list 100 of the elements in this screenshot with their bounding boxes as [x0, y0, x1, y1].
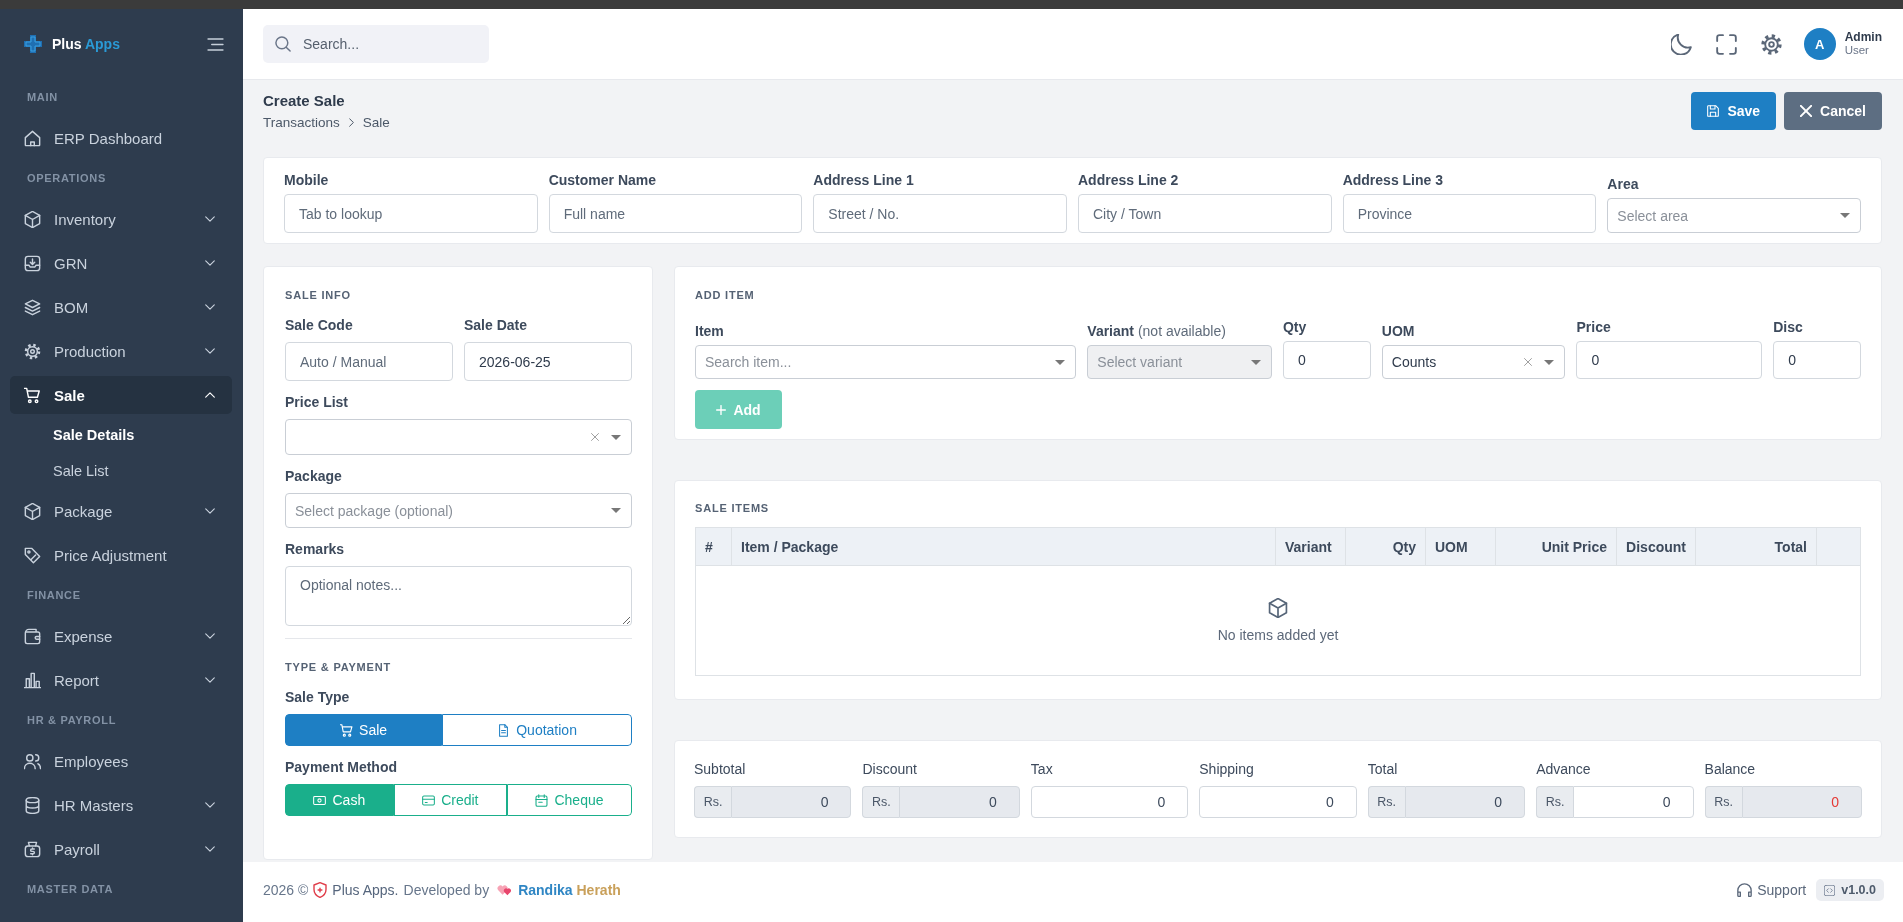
field-label: Total: [1367, 760, 1399, 778]
amount-input[interactable]: 0: [1573, 786, 1694, 818]
nav-subitem[interactable]: Sale Details: [10, 417, 232, 453]
empty-message: No items added yet: [1217, 627, 1339, 643]
column-header: Qty: [1345, 527, 1426, 566]
settings-icon[interactable]: [1760, 33, 1782, 55]
column-header: Discount: [1616, 527, 1696, 566]
clear-icon[interactable]: [1524, 358, 1533, 366]
chevron-down-icon[interactable]: [205, 508, 215, 514]
nav-section-heading: MAIN: [26, 90, 59, 105]
field-label: Sale Type: [285, 688, 351, 706]
breadcrumb-link[interactable]: Transactions: [263, 114, 340, 131]
field-label: Customer Name: [548, 171, 658, 189]
cart-icon: [24, 386, 41, 404]
brand-link[interactable]: Plus Apps.: [332, 882, 399, 898]
field-label: Item: [695, 322, 725, 340]
fullscreen-icon[interactable]: [1715, 33, 1737, 55]
nav-item[interactable]: Production: [10, 332, 232, 370]
support-link[interactable]: Support: [1737, 882, 1807, 898]
nav-section-heading: FINANCE: [26, 588, 82, 603]
nav-item[interactable]: Sale: [10, 376, 232, 414]
field-label: Advance: [1536, 760, 1592, 778]
search-icon: [275, 36, 291, 52]
avatar[interactable]: A: [1803, 28, 1836, 60]
currency-prefix: Rs.: [1704, 786, 1742, 818]
search-field[interactable]: Search...: [263, 25, 489, 63]
field-label: Price List: [285, 393, 350, 411]
field-label: Discount: [862, 760, 918, 778]
chevron-down-icon[interactable]: [205, 260, 215, 266]
chevron-up-icon[interactable]: [205, 392, 215, 398]
menu-icon[interactable]: [207, 37, 224, 51]
address-input[interactable]: Province: [1342, 194, 1597, 233]
nav-item[interactable]: ERP Dashboard: [10, 119, 232, 157]
nav-item[interactable]: Employees: [10, 742, 232, 780]
column-header: Variant: [1275, 527, 1346, 566]
chevron-down-icon[interactable]: [205, 348, 215, 354]
moon-icon[interactable]: [1670, 33, 1692, 55]
nav-item[interactable]: BOM: [10, 288, 232, 326]
mobile-input[interactable]: Tab to lookup: [284, 194, 538, 233]
close-icon: [1800, 105, 1813, 117]
chevron-down-icon[interactable]: [205, 677, 215, 683]
chevron-down-icon[interactable]: [205, 216, 215, 222]
wallet-icon: [24, 627, 41, 645]
sale-code-input[interactable]: Auto / Manual: [285, 342, 453, 381]
nav-item[interactable]: Expense: [10, 617, 232, 655]
field-label: Sale Date: [464, 316, 529, 334]
field-label: Balance: [1704, 760, 1757, 778]
save-button[interactable]: Save: [1691, 92, 1777, 130]
chevron-down-icon[interactable]: [205, 802, 215, 808]
nav-item[interactable]: HR Masters: [10, 786, 232, 824]
caret-icon: [1055, 359, 1066, 365]
chevron-down-icon[interactable]: [205, 304, 215, 310]
amount-input[interactable]: 0: [1741, 786, 1862, 818]
price-input[interactable]: 0: [1576, 341, 1763, 379]
discount-input[interactable]: 0: [1773, 341, 1861, 379]
nav-item[interactable]: Report: [10, 661, 232, 699]
chevron-right-icon: [348, 118, 354, 127]
user-name: Admin: [1844, 31, 1882, 44]
segment-button[interactable]: Quotation: [442, 714, 632, 746]
column-header: Unit Price: [1495, 527, 1617, 566]
sale-date-input[interactable]: 2026-06-25: [464, 342, 632, 381]
chevron-down-icon[interactable]: [205, 846, 215, 852]
address-input[interactable]: City / Town: [1078, 194, 1332, 233]
field-label: Subtotal: [694, 760, 747, 778]
nav-item[interactable]: Inventory: [10, 200, 232, 238]
field-label: Remarks: [285, 540, 346, 558]
clear-icon[interactable]: [591, 433, 599, 441]
brand-name: Plus Apps: [52, 36, 120, 52]
cube-icon: [24, 210, 41, 228]
customer-name-input[interactable]: Full name: [548, 194, 803, 233]
amount-input[interactable]: 0: [1030, 786, 1189, 818]
field-label: Payment Method: [285, 758, 398, 776]
field-label: Address Line 2: [1078, 171, 1180, 189]
field-label: Price: [1576, 318, 1612, 336]
remarks-textarea[interactable]: Optional notes...: [285, 566, 632, 626]
nav-subitem[interactable]: Sale List: [10, 453, 232, 489]
nav-item[interactable]: Price Adjustment: [10, 536, 232, 574]
nav-item[interactable]: Payroll: [10, 830, 232, 868]
field-label: Mobile: [284, 171, 330, 189]
field-label: Disc: [1773, 318, 1804, 336]
nav-item[interactable]: GRN: [10, 244, 232, 282]
chevron-down-icon[interactable]: [205, 633, 215, 639]
column-header: UOM: [1425, 527, 1496, 566]
qty-input[interactable]: 0: [1282, 341, 1371, 379]
author-link[interactable]: Randika Herath: [518, 882, 621, 898]
section-title: SALE INFO: [285, 288, 352, 302]
nav-item[interactable]: Package: [10, 492, 232, 530]
cancel-button[interactable]: Cancel: [1784, 92, 1882, 130]
tag-icon: [24, 546, 41, 564]
uom-select[interactable]: Counts: [1381, 345, 1566, 379]
amount-input[interactable]: 0: [899, 786, 1020, 818]
segment-button[interactable]: Sale: [285, 714, 443, 746]
amount-input[interactable]: 0: [1199, 786, 1357, 818]
cart-icon: [340, 723, 354, 737]
caret-icon: [611, 434, 621, 440]
currency-prefix: Rs.: [694, 786, 731, 818]
amount-input[interactable]: 0: [1404, 786, 1526, 818]
address-input[interactable]: Street / No.: [813, 194, 1067, 233]
layers-icon: [24, 298, 41, 316]
amount-input[interactable]: 0: [731, 786, 852, 818]
